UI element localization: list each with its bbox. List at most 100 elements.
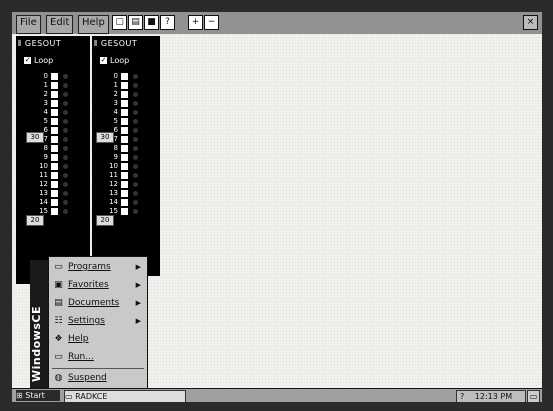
channel-indicator-icon — [63, 145, 68, 151]
channel-checkbox[interactable] — [51, 108, 58, 116]
app-icon: ▭ — [65, 392, 73, 401]
loop-checkbox[interactable]: ✓ Loop — [100, 56, 129, 65]
start-menu-settings[interactable]: ☷ Settings ▶ — [49, 313, 147, 330]
channel-checkbox[interactable] — [51, 81, 58, 89]
channel-row: 0 — [30, 72, 68, 81]
channel-checkbox[interactable] — [51, 198, 58, 206]
channel-checkbox[interactable] — [121, 144, 128, 152]
channel-checkbox[interactable] — [121, 189, 128, 197]
slider-lower[interactable]: 20 — [26, 215, 44, 226]
channel-number: 8 — [43, 144, 48, 152]
taskbar: ⊞ Start ▭ RADKCE ? 12:13 PM ▭ — [12, 388, 542, 402]
channel-checkbox[interactable] — [51, 144, 58, 152]
start-menu-suspend[interactable]: ◍ Suspend — [49, 370, 147, 387]
panel-title: ⫴ GESOUT — [94, 39, 138, 48]
channel-checkbox[interactable] — [121, 72, 128, 80]
help-icon[interactable]: ? — [460, 392, 464, 401]
channel-number: 9 — [113, 153, 118, 161]
channel-checkbox[interactable] — [121, 198, 128, 206]
channel-checkbox[interactable] — [121, 162, 128, 170]
save-disk-icon[interactable]: ■ — [144, 15, 159, 30]
channel-checkbox[interactable] — [121, 135, 128, 143]
channel-row: 14 — [100, 198, 138, 207]
channel-indicator-icon — [133, 109, 138, 115]
menubar: File Edit Help ▢ ▤ ■ ? + − × — [12, 12, 542, 34]
channel-checkbox[interactable] — [51, 126, 58, 134]
channel-checkbox[interactable] — [51, 153, 58, 161]
channel-indicator-icon — [133, 181, 138, 187]
channel-row: 5 — [100, 117, 138, 126]
channel-checkbox[interactable] — [121, 180, 128, 188]
channel-indicator-icon — [133, 82, 138, 88]
channel-number: 0 — [113, 72, 118, 80]
clock[interactable]: 12:13 PM — [475, 392, 512, 401]
close-icon[interactable]: × — [523, 15, 538, 30]
channel-number: 5 — [43, 117, 48, 125]
channel-number: 11 — [109, 171, 118, 179]
start-menu-run[interactable]: ▭ Run... — [49, 349, 147, 366]
start-menu-documents[interactable]: ▤ Documents ▶ — [49, 295, 147, 312]
channel-checkbox[interactable] — [51, 162, 58, 170]
channel-checkbox[interactable] — [121, 117, 128, 125]
channel-number: 11 — [39, 171, 48, 179]
channel-indicator-icon — [63, 82, 68, 88]
channel-indicator-icon — [133, 145, 138, 151]
channel-checkbox[interactable] — [121, 207, 128, 215]
settings-icon: ☷ — [54, 316, 63, 326]
desktop: File Edit Help ▢ ▤ ■ ? + − × ⫴ GESOUT ✓ L… — [12, 12, 542, 402]
channel-indicator-icon — [63, 163, 68, 169]
plus-icon[interactable]: + — [188, 15, 203, 30]
channel-row: 11 — [30, 171, 68, 180]
channel-checkbox[interactable] — [51, 72, 58, 80]
channel-indicator-icon — [133, 190, 138, 196]
slider-lower[interactable]: 20 — [96, 215, 114, 226]
menu-help[interactable]: Help — [78, 15, 109, 34]
start-menu-programs[interactable]: ▭ Programs ▶ — [49, 259, 147, 276]
channel-indicator-icon — [133, 136, 138, 142]
channel-row: 10 — [30, 162, 68, 171]
channel-checkbox[interactable] — [51, 90, 58, 98]
channel-checkbox[interactable] — [51, 135, 58, 143]
channel-number: 9 — [43, 153, 48, 161]
channel-checkbox[interactable] — [51, 171, 58, 179]
channel-checkbox[interactable] — [121, 153, 128, 161]
start-menu-help[interactable]: ❖ Help — [49, 331, 147, 348]
suspend-icon: ◍ — [54, 373, 63, 383]
channel-checkbox[interactable] — [51, 180, 58, 188]
new-file-icon[interactable]: ▢ — [112, 15, 127, 30]
start-menu-band: WindowsCE — [30, 260, 48, 388]
channel-checkbox[interactable] — [51, 117, 58, 125]
slider-upper[interactable]: 30 — [96, 132, 114, 143]
channel-row: 8 — [30, 144, 68, 153]
start-button[interactable]: ⊞ Start — [16, 390, 60, 401]
channel-checkbox[interactable] — [121, 171, 128, 179]
channel-checkbox[interactable] — [51, 99, 58, 107]
channel-checkbox[interactable] — [51, 207, 58, 215]
windowsce-logo-text: WindowsCE — [30, 306, 43, 382]
desktop-icon[interactable]: ▭ — [527, 390, 540, 402]
help-icon[interactable]: ? — [160, 15, 175, 30]
channel-number: 1 — [113, 81, 118, 89]
channel-row: 11 — [100, 171, 138, 180]
help-icon: ❖ — [54, 334, 63, 344]
loop-checkbox[interactable]: ✓ Loop — [24, 56, 53, 65]
minus-icon[interactable]: − — [204, 15, 219, 30]
menu-edit[interactable]: Edit — [46, 15, 74, 34]
taskbar-app-button[interactable]: ▭ RADKCE — [64, 390, 186, 402]
channel-checkbox[interactable] — [51, 189, 58, 197]
menu-file[interactable]: File — [16, 15, 41, 34]
channel-checkbox[interactable] — [121, 126, 128, 134]
channel-row: 3 — [30, 99, 68, 108]
channel-checkbox[interactable] — [121, 81, 128, 89]
channel-checkbox[interactable] — [121, 108, 128, 116]
channel-number: 12 — [39, 180, 48, 188]
channel-number: 14 — [109, 198, 118, 206]
channel-indicator-icon — [63, 127, 68, 133]
channel-checkbox[interactable] — [121, 99, 128, 107]
open-folder-icon[interactable]: ▤ — [128, 15, 143, 30]
favorites-icon: ▣ — [54, 280, 63, 290]
start-menu-favorites[interactable]: ▣ Favorites ▶ — [49, 277, 147, 294]
slider-upper[interactable]: 30 — [26, 132, 44, 143]
channel-number: 0 — [43, 72, 48, 80]
channel-checkbox[interactable] — [121, 90, 128, 98]
